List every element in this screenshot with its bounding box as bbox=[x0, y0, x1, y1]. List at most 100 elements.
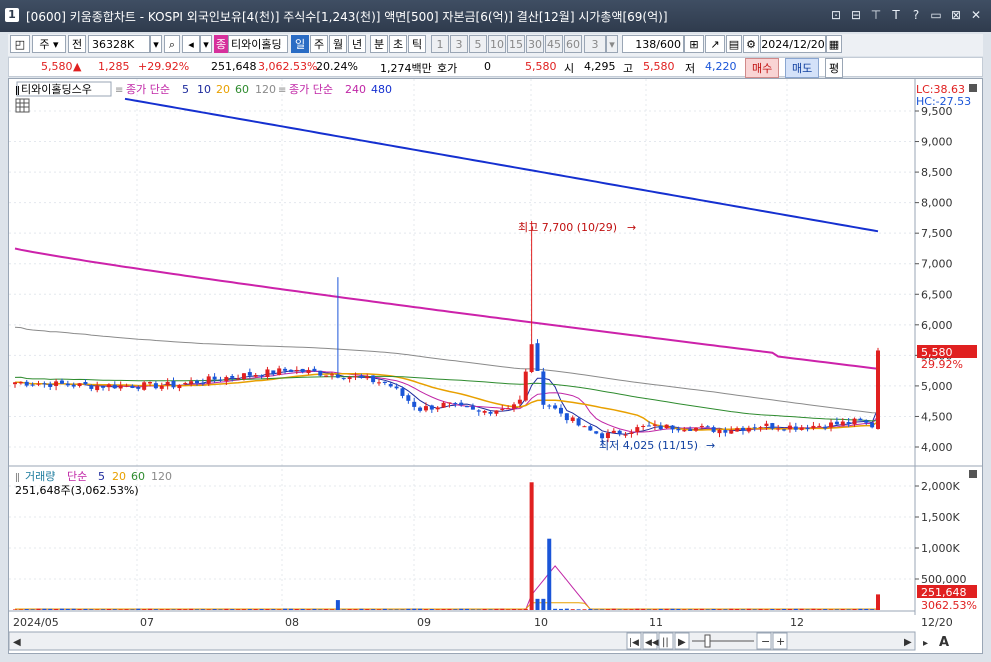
volume-bar bbox=[371, 609, 376, 610]
scroll-left-icon[interactable]: ◀ bbox=[13, 637, 21, 648]
candle-body bbox=[823, 426, 828, 429]
volume-bar bbox=[465, 608, 470, 610]
volume-bar bbox=[77, 609, 82, 610]
stock-code-input[interactable]: 36328K bbox=[88, 35, 150, 53]
volume-panel-close-icon[interactable] bbox=[969, 470, 977, 478]
close-icon[interactable]: ✕ bbox=[969, 8, 983, 22]
volume-bar bbox=[341, 609, 346, 610]
link-icon[interactable]: ⊡ bbox=[829, 8, 843, 22]
help-icon[interactable]: ? bbox=[909, 8, 923, 22]
legend1-name[interactable]: 종가 단순 bbox=[126, 83, 170, 96]
volume-bar bbox=[735, 609, 740, 610]
volume-bar bbox=[400, 609, 405, 610]
zoom-slider-handle[interactable] bbox=[704, 634, 711, 648]
volume-bar bbox=[376, 609, 381, 610]
date-tick-label: 11 bbox=[649, 616, 663, 629]
search-icon[interactable]: ⌕ bbox=[164, 35, 180, 53]
candle-body bbox=[288, 369, 293, 373]
font-icon[interactable]: T bbox=[889, 8, 903, 22]
stock-chart-svg[interactable]: ǁ 티와이홀딩스우 ≡ 종가 단순 5 10 20 60 120 ≡ 종가 단순… bbox=[9, 79, 982, 653]
interval-10-button[interactable]: 10 bbox=[488, 35, 506, 53]
volume-bar bbox=[447, 608, 452, 610]
candle-body bbox=[136, 387, 141, 389]
period-select[interactable]: 주 ▾ bbox=[32, 35, 66, 53]
candle-body bbox=[735, 428, 740, 432]
font-size-icon[interactable]: A bbox=[939, 635, 949, 650]
volume-bar bbox=[171, 609, 176, 610]
candle-body bbox=[130, 385, 135, 388]
period-month-button[interactable]: 월 bbox=[329, 35, 347, 53]
price-panel-close-icon[interactable] bbox=[969, 84, 977, 92]
candle-body bbox=[71, 384, 76, 387]
interval-15-button[interactable]: 15 bbox=[507, 35, 525, 53]
legend2-bullet: ≡ bbox=[278, 85, 286, 96]
candle-body bbox=[834, 421, 839, 425]
volume-value-label: 251,648 bbox=[921, 586, 967, 599]
period-second-button[interactable]: 초 bbox=[389, 35, 407, 53]
table-icon[interactable] bbox=[15, 98, 30, 113]
candle-body bbox=[394, 386, 399, 389]
date-input[interactable]: 2024/12/20 bbox=[760, 35, 826, 53]
price-tick-label: 4,000 bbox=[921, 441, 953, 454]
volume-title[interactable]: 거래량 bbox=[25, 470, 55, 483]
period-week-button[interactable]: 주 bbox=[310, 35, 328, 53]
calendar-icon[interactable]: ▦ bbox=[826, 35, 842, 53]
interval-60-button[interactable]: 60 bbox=[564, 35, 582, 53]
volume-bar bbox=[500, 608, 505, 610]
interval-30-button[interactable]: 30 bbox=[526, 35, 544, 53]
candle-body bbox=[594, 431, 599, 434]
volume-bar bbox=[617, 609, 622, 610]
save-icon[interactable]: ▤ bbox=[726, 35, 742, 53]
legend2-name[interactable]: 종가 단순 bbox=[289, 83, 333, 96]
count-display[interactable]: 138/600 bbox=[622, 35, 684, 53]
code-dropdown-icon[interactable]: ▾ bbox=[150, 35, 162, 53]
candle-body bbox=[465, 406, 470, 408]
chart-area[interactable]: ǁ 티와이홀딩스우 ≡ 종가 단순 5 10 20 60 120 ≡ 종가 단순… bbox=[8, 78, 983, 654]
interval-45-button[interactable]: 45 bbox=[545, 35, 563, 53]
buy-button[interactable]: 매수 bbox=[745, 58, 780, 78]
quote-price: 5,580 bbox=[525, 60, 557, 73]
open-label: 시 bbox=[564, 62, 575, 75]
sell-button[interactable]: 매도 bbox=[785, 58, 820, 78]
period-day-button[interactable]: 일 bbox=[291, 35, 309, 53]
volume-bar bbox=[570, 609, 575, 610]
maximize-icon[interactable]: ⊠ bbox=[949, 8, 963, 22]
first-page-icon: |◀ bbox=[629, 638, 639, 648]
stock-tag[interactable]: 티와이홀딩스우 bbox=[21, 83, 92, 96]
volume-bar bbox=[717, 609, 722, 610]
gear-icon[interactable]: ⚙ bbox=[743, 35, 759, 53]
scroll-right-icon[interactable]: ▶ bbox=[904, 637, 912, 648]
candle-body bbox=[564, 413, 569, 421]
period-year-button[interactable]: 년 bbox=[348, 35, 366, 53]
minimize-icon[interactable]: ▭ bbox=[929, 8, 943, 22]
volume-legend-name[interactable]: 단순 bbox=[67, 470, 87, 483]
interval-input[interactable]: 3 bbox=[584, 35, 606, 53]
font-size-small-icon[interactable]: ▸ bbox=[923, 638, 928, 649]
candle-body bbox=[212, 376, 217, 380]
prev-button[interactable]: 전 bbox=[68, 35, 86, 53]
period-tick-button[interactable]: 틱 bbox=[408, 35, 426, 53]
candle-body bbox=[793, 426, 798, 430]
volume-bar bbox=[776, 609, 781, 610]
candle-body bbox=[500, 408, 505, 410]
candle-body bbox=[42, 383, 47, 385]
interval-5-button[interactable]: 5 bbox=[469, 35, 487, 53]
candle-body bbox=[529, 344, 534, 373]
interval-1-button[interactable]: 1 bbox=[431, 35, 449, 53]
volume-bar bbox=[142, 609, 147, 610]
pin-icon[interactable]: ⊤ bbox=[869, 8, 883, 22]
interval-dropdown-icon[interactable]: ▾ bbox=[606, 35, 618, 53]
period-minute-button[interactable]: 분 bbox=[370, 35, 388, 53]
average-button[interactable]: 평 bbox=[825, 58, 844, 78]
speaker-icon[interactable]: ◂ bbox=[182, 35, 200, 53]
split-icon[interactable]: ⊟ bbox=[849, 8, 863, 22]
trend-icon[interactable]: ↗ bbox=[705, 35, 725, 53]
chart-settings-icon[interactable]: ◰ bbox=[10, 35, 30, 53]
speaker-dropdown-icon[interactable]: ▾ bbox=[200, 35, 212, 53]
interval-3-button[interactable]: 3 bbox=[450, 35, 468, 53]
volume-bar bbox=[793, 608, 798, 610]
candle-body bbox=[629, 432, 634, 434]
indicator-icon[interactable]: ⊞ bbox=[684, 35, 704, 53]
volume-bar bbox=[459, 608, 464, 610]
volume-bar bbox=[647, 609, 652, 610]
